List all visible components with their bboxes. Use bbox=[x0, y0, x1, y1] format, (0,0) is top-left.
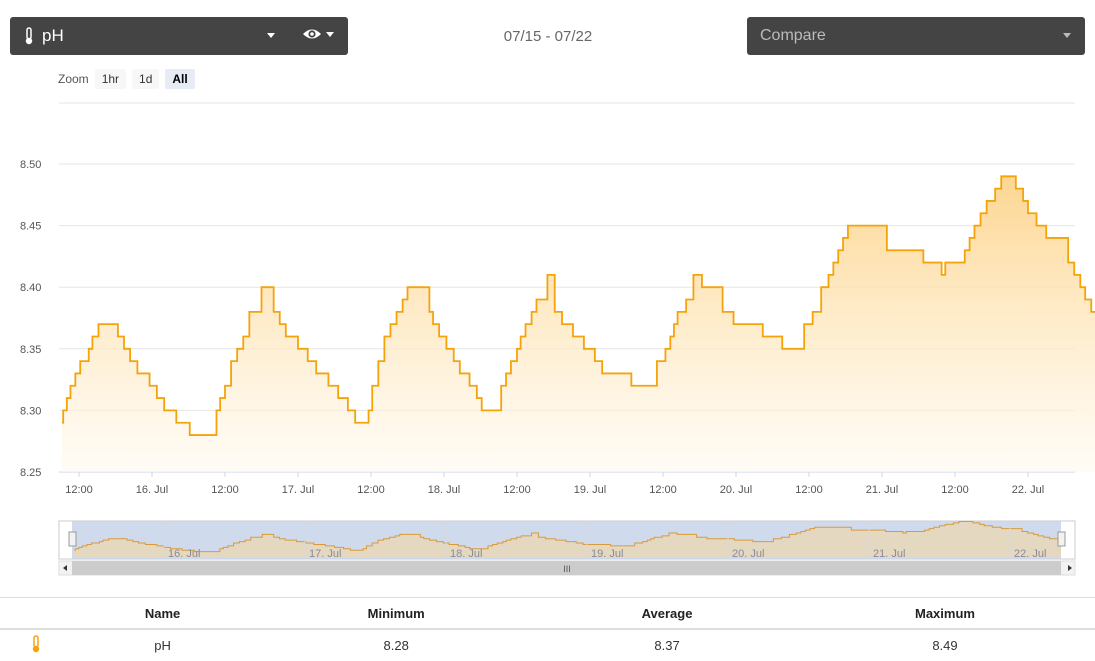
date-range-label: 07/15 - 07/22 bbox=[503, 28, 593, 45]
thermometer-icon bbox=[25, 27, 33, 45]
zoom-controls: Zoom 1hr 1d All bbox=[58, 68, 195, 90]
x-tick-label: 12:00 bbox=[503, 484, 531, 496]
navigator-label: 19. Jul bbox=[591, 548, 623, 560]
x-tick-label: 12:00 bbox=[649, 484, 677, 496]
y-tick-label: 8.25 bbox=[20, 467, 41, 479]
row-average: 8.37 bbox=[654, 638, 680, 653]
compare-placeholder: Compare bbox=[760, 27, 826, 44]
stats-table: Name Minimum Average Maximum pH 8.28 8.3… bbox=[0, 597, 1095, 661]
average-column-header: Average bbox=[539, 597, 795, 630]
maximum-column-header: Maximum bbox=[794, 597, 1095, 630]
icon-column-header bbox=[0, 597, 72, 630]
row-minimum: 8.28 bbox=[383, 638, 409, 653]
minimum-column-header: Minimum bbox=[253, 597, 540, 630]
x-tick-label: 12:00 bbox=[941, 484, 969, 496]
x-tick-label: 12:00 bbox=[795, 484, 823, 496]
visibility-caret-icon bbox=[326, 31, 334, 37]
row-name: pH bbox=[154, 638, 171, 653]
navigator-label: 21. Jul bbox=[873, 548, 905, 560]
x-tick-label: 12:00 bbox=[65, 484, 93, 496]
eye-icon bbox=[303, 29, 321, 39]
x-tick-label: 12:00 bbox=[211, 484, 239, 496]
x-tick-label: 17. Jul bbox=[282, 484, 314, 496]
visibility-toggle[interactable] bbox=[302, 27, 334, 41]
zoom-label: Zoom bbox=[58, 72, 89, 86]
zoom-1d-button[interactable]: 1d bbox=[132, 69, 160, 89]
y-tick-label: 8.30 bbox=[20, 405, 41, 417]
compare-caret-icon bbox=[1063, 33, 1071, 38]
y-tick-label: 8.40 bbox=[20, 282, 41, 294]
sensor-select[interactable]: pH bbox=[10, 17, 348, 55]
x-tick-label: 21. Jul bbox=[866, 484, 898, 496]
x-tick-label: 12:00 bbox=[357, 484, 385, 496]
ph-chart: 8.25 8.30 8.35 8.40 8.45 8.50 12:00 16. Jul 12:0… bbox=[20, 102, 1095, 496]
navigator-label: 22. Jul bbox=[1014, 548, 1046, 560]
navigator-label: 16. Jul bbox=[168, 548, 200, 560]
y-tick-label: 8.45 bbox=[20, 221, 41, 233]
x-tick-label: 22. Jul bbox=[1012, 484, 1044, 496]
zoom-all-button[interactable]: All bbox=[165, 69, 195, 89]
x-tick-label: 19. Jul bbox=[574, 484, 606, 496]
thermometer-icon bbox=[32, 635, 40, 653]
chart-navigator[interactable]: 16. Jul 17. Jul 18. Jul 19. Jul 20. Jul 21. J… bbox=[0, 518, 1095, 580]
row-maximum: 8.49 bbox=[932, 638, 958, 653]
scrollbar-grip-icon: III bbox=[563, 564, 571, 574]
navigator-label: 17. Jul bbox=[309, 548, 341, 560]
sensor-select-label: pH bbox=[42, 26, 64, 45]
compare-select[interactable]: Compare bbox=[747, 17, 1085, 55]
x-tick-label: 16. Jul bbox=[136, 484, 168, 496]
navigator-left-handle[interactable] bbox=[68, 531, 77, 547]
y-tick-label: 8.35 bbox=[20, 344, 41, 356]
zoom-1hr-button[interactable]: 1hr bbox=[94, 69, 127, 89]
x-tick-label: 18. Jul bbox=[428, 484, 460, 496]
navigator-right-handle[interactable] bbox=[1057, 531, 1066, 547]
y-tick-label: 8.50 bbox=[20, 159, 41, 171]
navigator-label: 18. Jul bbox=[450, 548, 482, 560]
table-row: pH 8.28 8.37 8.49 bbox=[0, 629, 1095, 661]
sensor-select-caret-icon bbox=[267, 33, 275, 38]
navigator-label: 20. Jul bbox=[732, 548, 764, 560]
row-icon-cell bbox=[0, 629, 72, 661]
x-tick-label: 20. Jul bbox=[720, 484, 752, 496]
name-column-header: Name bbox=[72, 597, 254, 630]
